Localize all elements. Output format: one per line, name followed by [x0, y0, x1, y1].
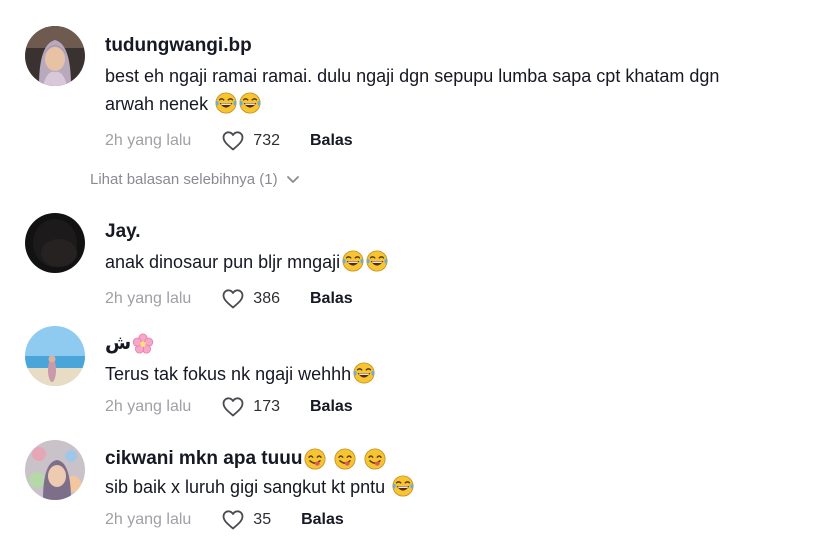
comment-meta: 2h yang lalu 35 Balas [105, 509, 816, 531]
reply-button[interactable]: Balas [310, 398, 353, 416]
laughing-tears-emoji [353, 362, 375, 384]
chevron-down-icon [286, 175, 299, 183]
username[interactable]: ش [105, 332, 816, 356]
avatar[interactable] [25, 26, 85, 86]
like-button[interactable]: 732 [221, 129, 280, 153]
like-button[interactable]: 173 [221, 395, 280, 419]
like-button[interactable]: 35 [221, 508, 271, 532]
cherry-blossom-emoji [132, 333, 154, 355]
comment-text: anak dinosaur pun bljr mngaji [105, 248, 816, 276]
comment-body: Jay. anak dinosaur pun bljr mngaji 2h ya… [105, 220, 816, 310]
view-more-replies-label: Lihat balasan selebihnya (1) [90, 171, 278, 188]
avatar-image [25, 26, 85, 86]
like-count: 732 [253, 132, 280, 149]
like-count: 386 [253, 290, 280, 307]
laughing-tears-emoji [215, 92, 237, 114]
yum-emoji [364, 448, 386, 470]
username[interactable]: Jay. [105, 220, 816, 244]
avatar[interactable] [25, 213, 85, 273]
username[interactable]: cikwani mkn apa tuuu [105, 447, 816, 471]
laughing-tears-emoji [392, 475, 414, 497]
timestamp: 2h yang lalu [105, 511, 192, 528]
comment-meta: 2h yang lalu 173 Balas [105, 396, 816, 418]
laughing-tears-emoji [366, 250, 388, 272]
avatar[interactable] [25, 326, 85, 386]
comment-text: Terus tak fokus nk ngaji wehhh [105, 360, 816, 388]
like-button[interactable]: 386 [221, 287, 280, 311]
username[interactable]: tudungwangi.bp [105, 34, 816, 58]
comment-text: best eh ngaji ramai ramai. dulu ngaji dg… [105, 66, 720, 114]
heart-outline-icon [221, 395, 245, 419]
heart-outline-icon [221, 129, 245, 153]
like-count: 173 [253, 398, 280, 415]
timestamp: 2h yang lalu [105, 132, 192, 149]
reply-button[interactable]: Balas [310, 290, 353, 308]
heart-outline-icon [221, 287, 245, 311]
comment-body: tudungwangi.bp best eh ngaji ramai ramai… [105, 34, 816, 152]
avatar-image [25, 326, 85, 386]
view-more-replies-button[interactable]: Lihat balasan selebihnya (1) [90, 171, 300, 188]
timestamp: 2h yang lalu [105, 398, 192, 415]
like-count: 35 [253, 511, 272, 528]
avatar[interactable] [25, 440, 85, 500]
laughing-tears-emoji [239, 92, 261, 114]
reply-button[interactable]: Balas [310, 132, 353, 150]
comment-meta: 2h yang lalu 732 Balas [105, 130, 816, 152]
comment-text: sib baik x luruh gigi sangkut kt pntu [105, 473, 816, 501]
comment-meta: 2h yang lalu 386 Balas [105, 288, 816, 310]
reply-button[interactable]: Balas [301, 511, 344, 529]
comment-body: ش Terus tak fokus nk ngaji wehhh 2h yang… [105, 332, 816, 418]
avatar-image [25, 213, 85, 273]
heart-outline-icon [221, 508, 245, 532]
yum-emoji [334, 448, 356, 470]
yum-emoji [304, 448, 326, 470]
laughing-tears-emoji [342, 250, 364, 272]
avatar-image [25, 440, 85, 500]
comment-body: cikwani mkn apa tuuu sib baik x luruh gi… [105, 447, 816, 531]
timestamp: 2h yang lalu [105, 290, 192, 307]
